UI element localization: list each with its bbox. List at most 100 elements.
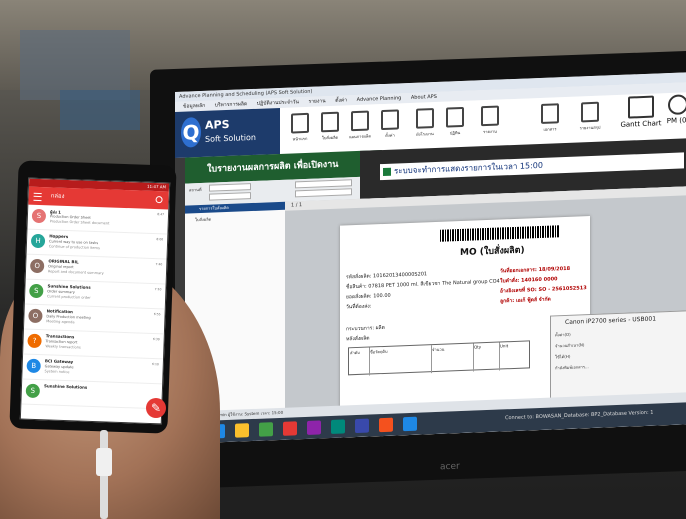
app-icon[interactable]	[259, 422, 273, 437]
mail-sender: BCI Gateway	[44, 358, 74, 365]
phone-title: กล่อง	[50, 192, 65, 200]
compose-button[interactable]: ✎	[146, 398, 166, 418]
mail-sender: Transactions	[45, 333, 75, 340]
menu-item[interactable]: About APS	[411, 94, 437, 101]
search-icon[interactable]	[155, 196, 163, 204]
field: กระบวนการ: ผลิต	[346, 324, 385, 333]
toolbar-button[interactable]: ใบสั่งผลิต	[315, 109, 345, 148]
avatar: O	[28, 308, 43, 324]
mail-snippet: Meeting agenda	[46, 319, 75, 325]
mail-sender: Sunshine Solutions	[43, 383, 88, 390]
toolbar-button[interactable]: รายงานสรุป	[575, 99, 605, 138]
field: ยอดสั่งผลิต: 100.00	[346, 292, 391, 301]
mail-time: 8:00	[156, 237, 164, 242]
monitor-screen: Advance Planning and Scheduling (APS Sof…	[175, 72, 686, 444]
usb-plug	[96, 448, 112, 476]
field: วันที่ออกเอกสาร: 18/09/2018	[500, 265, 571, 275]
menu-item[interactable]: บริหารการผลิต	[215, 101, 247, 108]
barcode	[440, 225, 560, 242]
calendar-grid-icon	[481, 105, 499, 127]
settings-icon	[381, 109, 399, 131]
report-icon	[581, 101, 599, 123]
gear-icon	[351, 110, 369, 132]
toolbar-button[interactable]: แผนการผลิต	[345, 108, 375, 147]
folder-icon[interactable]	[235, 423, 249, 438]
filter-input[interactable]	[295, 179, 352, 189]
table-header: Unit	[500, 343, 509, 349]
mail-time: 7:40	[155, 262, 163, 267]
pm-button[interactable]: PM (0)	[665, 94, 686, 135]
menu-item[interactable]: Advance Planning	[357, 95, 402, 103]
avatar: H	[30, 233, 46, 249]
calendar-icon	[446, 106, 464, 128]
toolbar-button[interactable]: รายงาน	[475, 103, 505, 142]
field: ลูกค้า: เอเก้ ฟู้ดส์ จำกัด	[500, 296, 551, 305]
filter-input[interactable]	[209, 192, 251, 201]
mail-sender: ORIGINAL BIL	[48, 258, 79, 265]
mail-snippet: Weekly transactions	[45, 344, 81, 350]
table-header: Qty	[473, 342, 500, 372]
app-icon[interactable]	[283, 421, 297, 436]
table-header: ลำดับ	[349, 347, 370, 377]
menu-item[interactable]: ข้อมูลหลัก	[183, 103, 205, 110]
filter-label: สถานที่	[189, 186, 202, 193]
field: หลังสั่งผลิต	[346, 335, 370, 343]
document-icon	[321, 111, 339, 133]
mail-snippet: Current production order	[47, 294, 91, 300]
page-icon	[541, 103, 559, 124]
mo-title: MO (ใบสั่งผลิต)	[460, 245, 525, 259]
menu-item[interactable]: รายงาน	[309, 98, 326, 105]
monitor-brand: acer	[440, 461, 460, 473]
mail-snippet: Report and document summary	[47, 269, 104, 276]
mail-time: 8:47	[157, 212, 165, 217]
document-icon	[291, 112, 309, 134]
toolbar-button[interactable]: หน้าแรก	[285, 111, 315, 150]
app-icon[interactable]	[307, 420, 321, 435]
toolbar-button[interactable]: ตั้งค่า	[375, 107, 405, 146]
avatar: O	[29, 258, 45, 274]
avatar: S	[29, 283, 44, 299]
app-icon[interactable]	[355, 418, 369, 434]
photo-scene: acer Advance Planning and Scheduling (AP…	[0, 0, 686, 519]
mail-sender: Hoppers	[49, 233, 69, 240]
table-header: จำนวน	[431, 343, 474, 374]
menu-item[interactable]: ตั้งค่า	[335, 97, 347, 103]
toolbar-button[interactable]: ผังโรงงาน	[410, 106, 440, 145]
app-logo: Q APS Soft Solution	[175, 107, 280, 158]
chrome-icon[interactable]	[379, 417, 393, 433]
gantt-icon	[628, 95, 654, 119]
mail-snippet: System notice	[44, 369, 70, 375]
toolbar-button[interactable]: ปฏิทิน	[440, 105, 470, 144]
avatar: ?	[27, 333, 42, 349]
filter-input[interactable]	[209, 183, 251, 192]
mail-time: 6:30	[152, 337, 160, 342]
logo-subtitle: Soft Solution	[205, 132, 256, 144]
filter-input[interactable]	[295, 188, 352, 198]
menu-item[interactable]: ปฏิบัติงานประจำวัน	[257, 99, 299, 107]
mail-snippet: Continue of production items	[48, 244, 100, 251]
app-icon[interactable]	[403, 416, 417, 432]
mail-time: 7:10	[154, 287, 162, 292]
connection-status: Connect to: BOWASAN_Database: BP2_Databa…	[505, 409, 654, 422]
avatar: S	[25, 383, 41, 399]
materials-table: ลำดับ ชื่อวัตถุดิบ จำนวน Qty Unit	[348, 340, 530, 377]
logo-title: APS	[205, 117, 230, 132]
mail-snippet: Production Order Sheet document	[49, 219, 110, 226]
table-header: ชื่อวัตถุดิบ	[369, 345, 432, 376]
avatar: B	[26, 358, 41, 374]
mail-time: 6:55	[153, 312, 161, 317]
menu-icon[interactable]	[33, 192, 42, 202]
app-icon[interactable]	[331, 419, 345, 434]
mail-time: 6:10	[152, 362, 159, 367]
field: ใบคำสั่ง: 140160 0000	[500, 276, 558, 285]
mail-sender: Notification	[46, 308, 73, 315]
list-item[interactable]: S Sunshine Solutions	[21, 379, 163, 410]
org-chart-icon	[416, 108, 434, 129]
gantt-chart-button[interactable]: Gantt Chart	[617, 95, 665, 137]
field: วันที่ต้องส่ง:	[346, 303, 372, 311]
gear-icon	[668, 94, 686, 116]
toolbar-button[interactable]: เอกสาร	[535, 101, 565, 140]
background-box	[60, 90, 140, 130]
phone-screen: 11:47 AM กล่อง S ผู้ส่ง 1 Production Order…	[19, 177, 171, 425]
field: อ้างอิงเลขที่ SO: SO - 2561052513	[500, 285, 587, 295]
